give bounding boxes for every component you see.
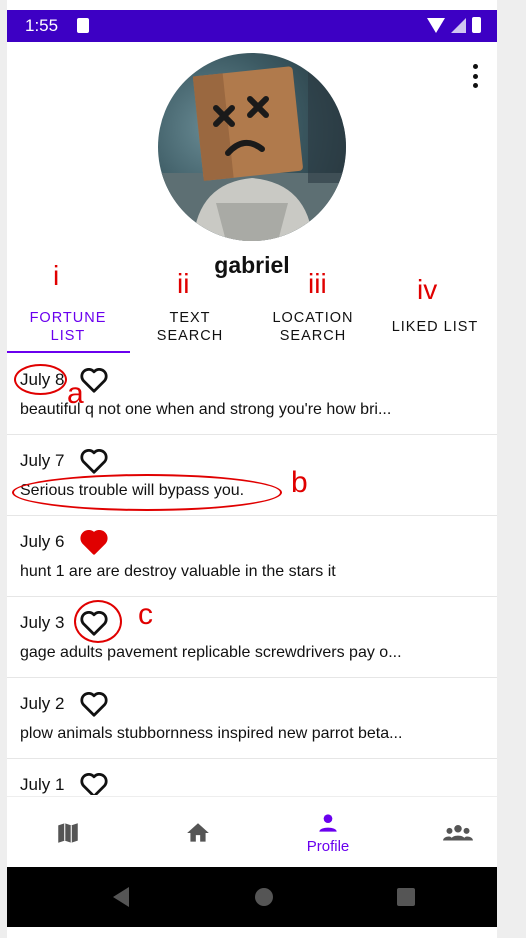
annotation-circle-b bbox=[12, 474, 282, 511]
fortune-date: July 3 bbox=[20, 613, 65, 632]
annotation-letter-b: b bbox=[291, 466, 308, 499]
system-navigation-bar bbox=[7, 867, 497, 927]
tab-location-search-line2: SEARCH bbox=[279, 328, 347, 344]
annotation-circle-c bbox=[74, 600, 122, 643]
status-icons bbox=[427, 17, 481, 33]
nav-profile[interactable]: Profile bbox=[267, 797, 389, 868]
tab-liked-list[interactable]: LIKED LIST bbox=[374, 300, 496, 354]
fortune-date: July 6 bbox=[20, 532, 65, 551]
annotation-circle-a bbox=[14, 364, 67, 395]
home-circle-icon[interactable] bbox=[255, 888, 273, 906]
tab-text-search-line1: TEXT bbox=[169, 310, 211, 326]
tab-fortune-list-line1: FORTUNE bbox=[29, 310, 107, 326]
tab-location-search[interactable]: LOCATION SEARCH bbox=[252, 300, 374, 354]
home-icon bbox=[187, 822, 209, 842]
fortune-date: July 7 bbox=[20, 451, 65, 470]
group-icon bbox=[443, 824, 473, 840]
list-item[interactable]: July 2 plow animals stubbornness inspire… bbox=[7, 678, 497, 759]
heart-outline-icon[interactable] bbox=[79, 771, 109, 795]
wifi-icon bbox=[427, 17, 445, 33]
fortune-list[interactable]: July 8 beautiful q not one when and stro… bbox=[7, 354, 497, 795]
tab-indicator bbox=[7, 351, 130, 353]
nav-profile-label: Profile bbox=[306, 838, 350, 855]
annotation-letter-c: c bbox=[138, 598, 153, 631]
nav-friends[interactable] bbox=[397, 797, 497, 868]
status-time: 1:55 bbox=[25, 16, 59, 35]
fortune-text: hunt 1 are are destroy valuable in the s… bbox=[20, 563, 336, 580]
tab-text-search[interactable]: TEXT SEARCH bbox=[129, 300, 251, 354]
bottom-navigation: Profile bbox=[7, 796, 497, 867]
annotation-numeral-i: i bbox=[53, 260, 60, 291]
avatar bbox=[158, 53, 346, 241]
system-nav-icons bbox=[113, 887, 415, 907]
tab-location-search-line1: LOCATION bbox=[272, 310, 354, 326]
tab-text-search-line2: SEARCH bbox=[156, 328, 224, 344]
heart-outline-icon[interactable] bbox=[79, 690, 109, 718]
sd-card-icon bbox=[77, 18, 89, 33]
recents-icon[interactable] bbox=[397, 888, 415, 906]
overflow-menu-icon[interactable] bbox=[469, 64, 481, 88]
status-bar: 1:55 bbox=[7, 10, 497, 42]
battery-icon bbox=[472, 17, 481, 33]
fortune-date: July 2 bbox=[20, 694, 65, 713]
app-screen: 1:55 gabriel i ii iii iv FORTUNE LIST TE… bbox=[7, 0, 497, 938]
signal-icon bbox=[451, 17, 466, 33]
annotation-letter-a: a bbox=[67, 377, 84, 410]
back-icon[interactable] bbox=[113, 887, 129, 907]
fortune-date: July 1 bbox=[20, 775, 65, 794]
map-icon bbox=[58, 822, 78, 843]
tab-fortune-list-line2: LIST bbox=[50, 328, 86, 344]
nav-home[interactable] bbox=[137, 797, 259, 868]
heart-filled-icon[interactable] bbox=[79, 528, 109, 556]
tab-bar: FORTUNE LIST TEXT SEARCH LOCATION SEARCH LI… bbox=[7, 300, 497, 354]
list-item[interactable]: July 1 bbox=[7, 759, 497, 795]
annotation-numeral-ii: ii bbox=[177, 268, 190, 299]
fortune-text: plow animals stubbornness inspired new p… bbox=[20, 725, 403, 742]
tab-liked-list-line1: LIKED LIST bbox=[391, 319, 479, 335]
heart-outline-icon[interactable] bbox=[79, 447, 109, 475]
fortune-text: gage adults pavement replicable screwdri… bbox=[20, 644, 402, 661]
list-item[interactable]: July 6 hunt 1 are are destroy valuable i… bbox=[7, 516, 497, 597]
annotation-numeral-iii: iii bbox=[308, 268, 327, 299]
tab-fortune-list[interactable]: FORTUNE LIST bbox=[7, 300, 129, 354]
person-icon bbox=[319, 814, 337, 832]
nav-map[interactable] bbox=[7, 797, 129, 868]
avatar-image bbox=[158, 63, 346, 241]
